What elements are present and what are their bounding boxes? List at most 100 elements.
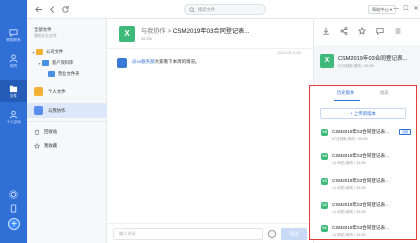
rail-item-label: 协同 <box>9 63 18 68</box>
tree-node-label: 公司文件 <box>46 49 64 54</box>
settings-icon[interactable] <box>9 190 18 199</box>
avatar <box>117 58 127 68</box>
left-rail: 联络联系 协同 文件 个人空间 + <box>0 0 27 243</box>
version-name: CSM2019年03合同登记表... <box>332 153 389 158</box>
tree-item-label: 个人文件 <box>48 88 66 94</box>
chat-icon <box>9 28 18 37</box>
starred-label: 我收藏 <box>44 143 58 148</box>
version-row[interactable]: V2 CSM2019年03合同登记表... 1小时前 修改 / 33 KB <box>310 196 415 220</box>
version-name: CSM2019年03合同登记表... <box>332 225 389 230</box>
search-box[interactable]: 搜索文件 <box>184 4 266 15</box>
excel-file-icon: V5 <box>321 129 328 136</box>
breadcrumb-parent[interactable]: 与我协作 <box>141 28 166 35</box>
version-row[interactable]: V1 CSM2019年03合同登记表... 1小时前 修改 / 33 KB <box>310 219 415 243</box>
file-tree: 全部文件 我的企业文件 ▾ 公司文件 ▾ 客户资料库 营业文件夹 个人文件 与我… <box>27 19 107 243</box>
comment-input[interactable]: 输入评论 <box>113 228 263 240</box>
file-meta: 57分钟前 修改 / 35 KB <box>338 64 374 68</box>
version-meta: 1小时前 修改 / 33 KB <box>332 233 366 237</box>
top-bar: 搜索文件 帮助中心 ▾ — ☐ ✕ <box>27 0 420 19</box>
excel-file-icon: V3 <box>321 178 328 185</box>
tree-item-personal-files[interactable]: 个人文件 <box>27 84 107 99</box>
star-icon[interactable] <box>358 27 366 35</box>
message-timestamp: 2019-03 11:52 <box>278 51 301 55</box>
divider <box>27 121 107 122</box>
mention[interactable]: @xx服务部 <box>132 59 155 64</box>
version-meta: 57分钟前 修改 / 35 KB <box>332 137 368 141</box>
tree-node-label: 营业文件夹 <box>58 71 80 76</box>
file-title: 与我协作 > CSM2019年03合同登记表... <box>141 26 250 35</box>
rail-item-messages[interactable]: 联络联系 <box>0 24 27 46</box>
trash-icon <box>34 129 40 135</box>
close-button[interactable]: ✕ <box>412 5 420 13</box>
user-icon <box>9 110 18 118</box>
list-icon[interactable] <box>394 27 402 35</box>
send-button[interactable]: 发送 <box>281 228 307 240</box>
recycle-bin-item[interactable]: 回收站 <box>34 129 57 135</box>
star-icon <box>34 143 40 149</box>
upload-new-version-button[interactable]: + 上传新版本 <box>320 108 406 119</box>
phone-icon[interactable] <box>9 204 18 213</box>
emoji-icon[interactable] <box>268 230 276 238</box>
share-icon[interactable] <box>340 27 348 35</box>
message-text: @xx服务部大家看下本周的情况。 <box>132 59 200 65</box>
file-name: CSM2019年03合同登记表... <box>172 28 250 35</box>
folder-icon <box>48 71 55 77</box>
tree-item-cooperation[interactable]: 与我协作 <box>27 103 107 118</box>
excel-file-icon: X <box>320 54 334 68</box>
excel-file-icon: X <box>119 26 135 42</box>
version-name: CSM2019年03合同登记表... <box>332 178 389 183</box>
version-meta: 1小时前 修改 / 33 KB <box>332 186 366 190</box>
rail-item-personal[interactable]: 个人空间 <box>0 106 27 128</box>
file-size: 35 KB <box>141 36 152 41</box>
add-button[interactable]: + <box>8 218 20 230</box>
team-icon <box>9 53 18 62</box>
tree-node-label: 客户资料库 <box>52 60 74 65</box>
panel-toolbar <box>314 27 420 37</box>
tree-item-label: 与我协作 <box>48 107 66 113</box>
shared-folder-icon <box>34 106 43 115</box>
folder-icon <box>42 60 49 66</box>
rail-item-files[interactable]: 文件 <box>0 80 27 102</box>
version-row[interactable]: V4 CSM2019年03合同登记表... 1小时前 修改 / 33 KB <box>310 147 415 171</box>
folder-icon <box>36 49 43 55</box>
rail-item-label: 文件 <box>9 93 18 98</box>
excel-file-icon: V4 <box>321 153 328 160</box>
comment-composer: 输入评论 发送 <box>107 223 313 243</box>
search-icon <box>189 6 195 13</box>
maximize-button[interactable]: ☐ <box>402 5 410 13</box>
chevron-left-icon[interactable] <box>48 5 57 14</box>
refresh-icon[interactable] <box>61 5 70 14</box>
minimize-button[interactable]: — <box>392 5 400 13</box>
version-tabs: 历史版本 动态 <box>310 90 415 101</box>
excel-file-icon: V1 <box>321 225 328 232</box>
tab-history-versions[interactable]: 历史版本 <box>337 90 354 96</box>
current-version-badge: 当前 <box>399 129 411 135</box>
main-panel: X 与我协作 > CSM2019年03合同登记表... 35 KB 2019-0… <box>107 19 313 243</box>
tab-activity[interactable]: 动态 <box>380 90 389 96</box>
folder-icon <box>9 85 18 92</box>
active-tab-indicator <box>334 100 360 101</box>
starred-item[interactable]: 我收藏 <box>34 143 57 149</box>
comment-icon[interactable] <box>376 27 384 35</box>
breadcrumb-separator: > <box>165 28 173 35</box>
tree-node-customer-library[interactable]: ▾ 客户资料库 <box>27 58 107 68</box>
personal-folder-icon <box>34 87 43 96</box>
version-history-panel: 历史版本 动态 + 上传新版本 V5 CSM2019年03合同登记表... 57… <box>309 85 417 240</box>
recycle-bin-label: 回收站 <box>44 129 58 134</box>
file-header: X 与我协作 > CSM2019年03合同登记表... 35 KB <box>107 19 313 49</box>
back-arrow-icon[interactable] <box>34 5 43 14</box>
download-icon[interactable] <box>322 27 330 35</box>
version-row[interactable]: V5 CSM2019年03合同登记表... 57分钟前 修改 / 35 KB 当… <box>310 123 415 147</box>
version-row[interactable]: V3 CSM2019年03合同登记表... 1小时前 修改 / 33 KB <box>310 172 415 196</box>
rail-item-label: 个人空间 <box>6 119 21 124</box>
search-input[interactable]: 搜索文件 <box>198 7 215 13</box>
message-body: 大家看下本周的情况。 <box>154 59 200 64</box>
rail-item-label: 联络联系 <box>6 37 21 42</box>
file-name: CSM2019年03合同登记表... <box>338 56 408 62</box>
version-name: CSM2019年03合同登记表... <box>332 202 389 207</box>
tree-heading[interactable]: 全部文件 <box>34 27 52 33</box>
rail-item-team[interactable]: 协同 <box>0 50 27 72</box>
version-meta: 1小时前 修改 / 33 KB <box>332 161 366 165</box>
tree-node-business-folder[interactable]: 营业文件夹 <box>27 69 107 79</box>
tree-node-company-files[interactable]: ▾ 公司文件 <box>27 47 107 57</box>
